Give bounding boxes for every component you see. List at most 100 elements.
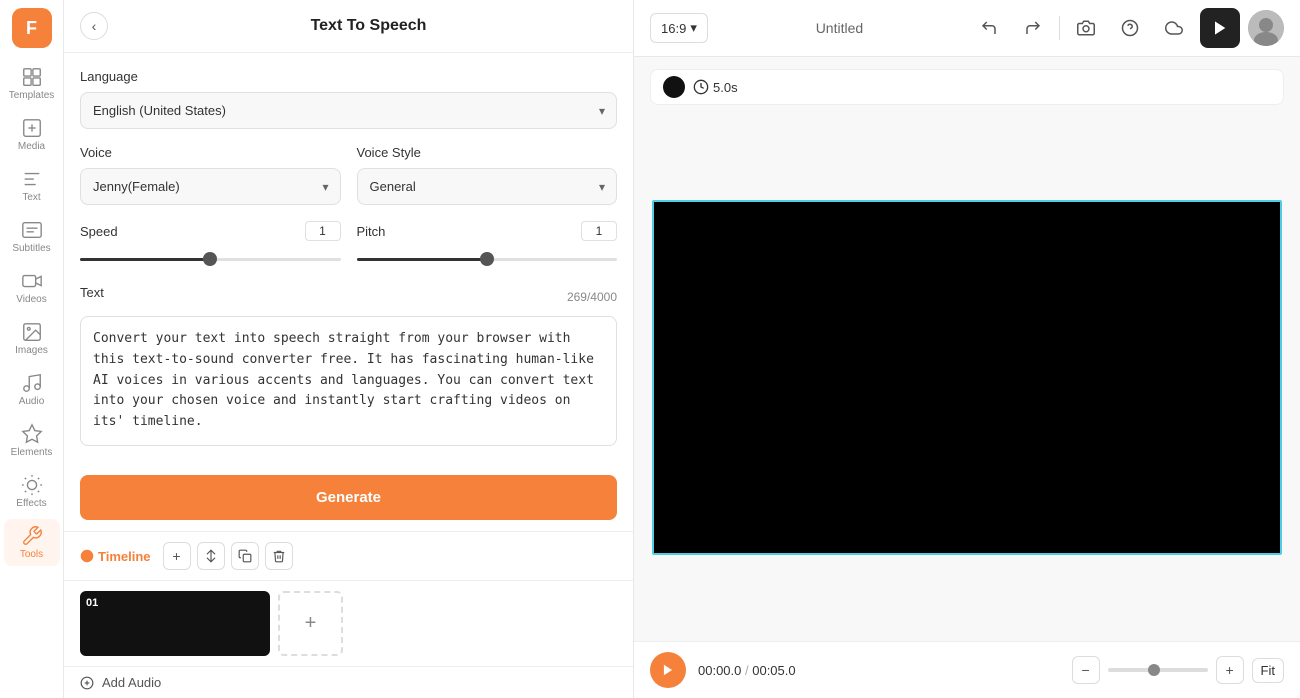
speed-value: 1 bbox=[305, 221, 341, 241]
pitch-group: Pitch 1 bbox=[357, 221, 618, 269]
add-audio-button[interactable]: Add Audio bbox=[64, 666, 633, 698]
camera-icon bbox=[1077, 19, 1095, 37]
sidebar-item-images[interactable]: Images bbox=[4, 315, 60, 362]
sidebar-item-effects[interactable]: Effects bbox=[4, 468, 60, 515]
sidebar-item-videos[interactable]: Videos bbox=[4, 264, 60, 311]
preview-area: 5.0s bbox=[634, 57, 1300, 641]
publish-icon bbox=[1212, 20, 1228, 36]
pitch-label: Pitch 1 bbox=[357, 221, 618, 241]
voice-label: Voice bbox=[80, 145, 341, 160]
voice-style-label: Voice Style bbox=[357, 145, 618, 160]
speed-label: Speed 1 bbox=[80, 221, 341, 241]
sidebar-item-subtitles-label: Subtitles bbox=[12, 243, 50, 254]
zoom-slider[interactable] bbox=[1108, 668, 1208, 672]
camera-button[interactable] bbox=[1068, 10, 1104, 46]
record-dot bbox=[663, 76, 685, 98]
timeline-label: Timeline bbox=[80, 549, 151, 564]
add-clip-button[interactable]: + bbox=[278, 591, 343, 656]
divider bbox=[1059, 16, 1060, 40]
current-time: 00:00.0 bbox=[698, 663, 741, 678]
sidebar-item-text-label: Text bbox=[22, 192, 40, 203]
voice-style-select[interactable]: General bbox=[357, 168, 618, 205]
sidebar-item-text[interactable]: Text bbox=[4, 162, 60, 209]
sidebar-item-elements[interactable]: Elements bbox=[4, 417, 60, 464]
clock-icon bbox=[693, 79, 709, 95]
timeline-clips: 01 + bbox=[64, 581, 633, 666]
play-icon bbox=[661, 663, 675, 677]
zoom-out-button[interactable]: − bbox=[1072, 656, 1100, 684]
add-audio-icon bbox=[80, 676, 94, 690]
preview-controls: 5.0s bbox=[650, 69, 1284, 105]
sidebar-item-templates-label: Templates bbox=[9, 90, 55, 101]
canvas-frame[interactable] bbox=[652, 200, 1282, 555]
app-logo[interactable]: F bbox=[12, 8, 52, 48]
aspect-ratio-selector[interactable]: 16:9 ▾ bbox=[650, 13, 708, 43]
cloud-button[interactable] bbox=[1156, 10, 1192, 46]
sidebar-item-subtitles[interactable]: Subtitles bbox=[4, 213, 60, 260]
timeline-actions: + bbox=[163, 542, 293, 570]
aspect-ratio-chevron: ▾ bbox=[690, 20, 697, 36]
fit-button[interactable]: Fit bbox=[1252, 658, 1284, 683]
icon-sidebar: F Templates Media Text Subtitles Videos … bbox=[0, 0, 64, 698]
sidebar-item-elements-label: Elements bbox=[11, 447, 53, 458]
redo-icon bbox=[1024, 19, 1042, 37]
publish-button[interactable] bbox=[1200, 8, 1240, 48]
zoom-thumb[interactable] bbox=[1148, 664, 1160, 676]
clip-number: 01 bbox=[86, 597, 98, 609]
sidebar-item-media-label: Media bbox=[18, 141, 45, 152]
zoom-controls: − + Fit bbox=[1072, 656, 1284, 684]
sidebar-item-templates[interactable]: Templates bbox=[4, 60, 60, 107]
canvas-area bbox=[650, 113, 1284, 641]
generate-button[interactable]: Generate bbox=[80, 475, 617, 520]
avatar-icon bbox=[1248, 10, 1284, 46]
sidebar-item-audio[interactable]: Audio bbox=[4, 366, 60, 413]
sidebar-item-media[interactable]: Media bbox=[4, 111, 60, 158]
pitch-slider-track bbox=[357, 258, 618, 261]
zoom-in-button[interactable]: + bbox=[1216, 656, 1244, 684]
text-input[interactable] bbox=[80, 316, 617, 446]
main-area: 16:9 ▾ Untitled bbox=[634, 0, 1300, 698]
sidebar-item-images-label: Images bbox=[15, 345, 48, 356]
text-header: Text 269/4000 bbox=[80, 285, 617, 308]
voice-select-wrapper: Jenny(Female) ▾ bbox=[80, 168, 341, 205]
pitch-slider-fill bbox=[357, 258, 487, 261]
speed-slider-fill bbox=[80, 258, 210, 261]
add-audio-label: Add Audio bbox=[102, 675, 161, 690]
sidebar-item-tools[interactable]: Tools bbox=[4, 519, 60, 566]
language-label: Language bbox=[80, 69, 617, 84]
undo-button[interactable] bbox=[971, 10, 1007, 46]
language-select[interactable]: English (United States) bbox=[80, 92, 617, 129]
panel-title: Text To Speech bbox=[120, 17, 617, 35]
voice-style-select-wrapper: General ▾ bbox=[357, 168, 618, 205]
help-button[interactable] bbox=[1112, 10, 1148, 46]
back-button[interactable]: ‹ bbox=[80, 12, 108, 40]
sidebar-item-tools-label: Tools bbox=[20, 549, 43, 560]
voice-group: Voice Jenny(Female) ▾ bbox=[80, 145, 341, 205]
playback-time: 00:00.0 / 00:05.0 bbox=[698, 663, 796, 678]
timeline-duplicate-button[interactable] bbox=[231, 542, 259, 570]
pitch-slider-container[interactable] bbox=[357, 249, 618, 269]
speed-slider-container[interactable] bbox=[80, 249, 341, 269]
total-time: 00:05.0 bbox=[752, 663, 795, 678]
timeline-delete-button[interactable] bbox=[265, 542, 293, 570]
user-avatar[interactable] bbox=[1248, 10, 1284, 46]
redo-button[interactable] bbox=[1015, 10, 1051, 46]
timeline-split-button[interactable] bbox=[197, 542, 225, 570]
top-actions bbox=[971, 8, 1284, 48]
speed-slider-track bbox=[80, 258, 341, 261]
clip-item[interactable]: 01 bbox=[80, 591, 270, 656]
pitch-slider-thumb[interactable] bbox=[480, 252, 494, 266]
sidebar-item-videos-label: Videos bbox=[16, 294, 46, 305]
time-display: 5.0s bbox=[693, 79, 738, 95]
speed-slider-thumb[interactable] bbox=[203, 252, 217, 266]
undo-icon bbox=[980, 19, 998, 37]
pitch-value: 1 bbox=[581, 221, 617, 241]
speed-group: Speed 1 bbox=[80, 221, 341, 269]
text-section: Text 269/4000 bbox=[80, 285, 617, 451]
timeline-add-button[interactable]: + bbox=[163, 542, 191, 570]
text-label: Text bbox=[80, 285, 104, 300]
play-button[interactable] bbox=[650, 652, 686, 688]
aspect-ratio-value: 16:9 bbox=[661, 21, 686, 36]
timeline-icon bbox=[80, 549, 94, 563]
voice-select[interactable]: Jenny(Female) bbox=[80, 168, 341, 205]
